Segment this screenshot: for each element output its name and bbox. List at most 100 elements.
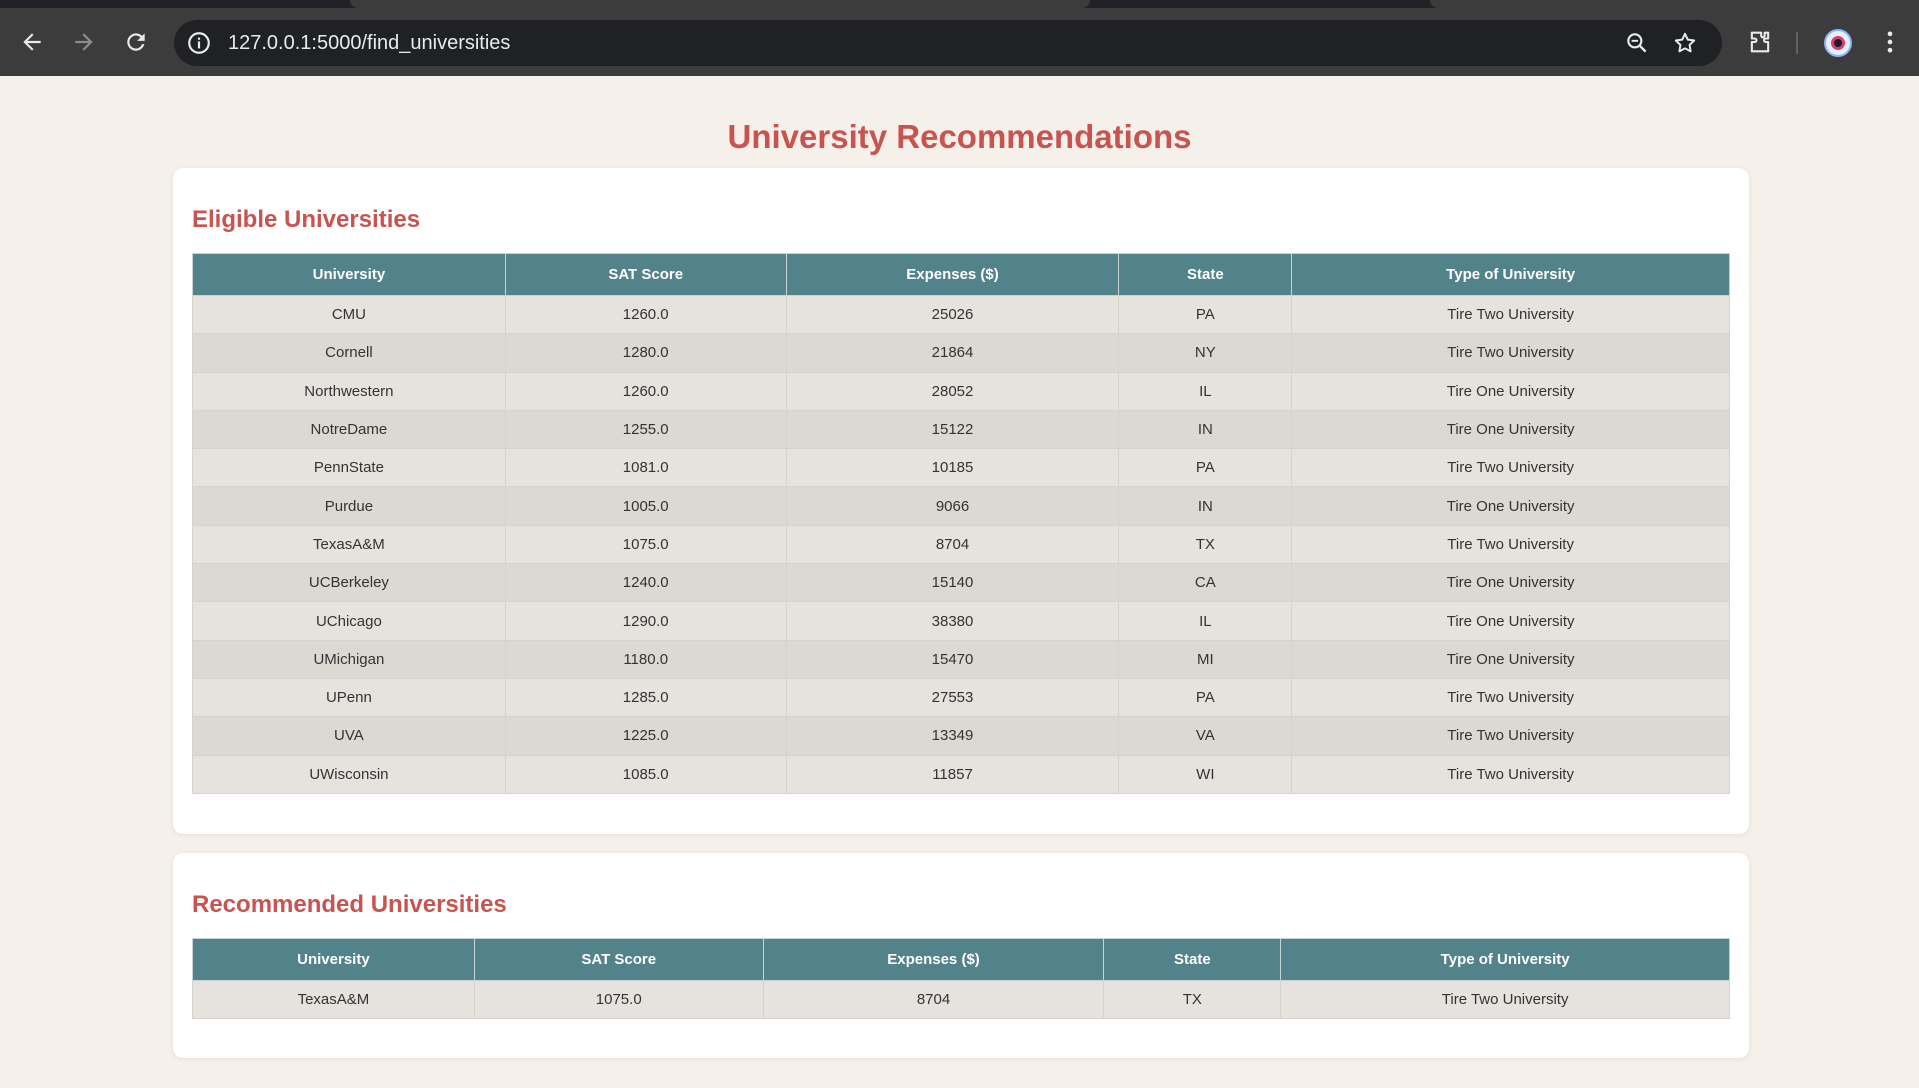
table-header-row: University SAT Score Expenses ($) State … [192,253,1730,296]
cell-sat-score: 1290.0 [504,601,787,641]
bookmark-star-icon[interactable] [1672,30,1698,56]
site-info-icon[interactable] [186,30,212,56]
cell-sat-score: 1285.0 [504,677,787,718]
cell-expenses: 13349 [785,716,1120,756]
zoom-icon[interactable] [1624,30,1650,56]
eligible-universities-heading: Eligible Universities [192,206,421,233]
cell-expenses: 38380 [785,601,1120,641]
cell-sat-score: 1085.0 [504,754,787,794]
table-row: UCBerkeley 1240.0 15140 CA Tire One Universi… [192,563,1730,603]
browser-tab[interactable] [1430,0,1919,8]
browser-chrome: 127.0.0.1:5000/find_universities [0,0,1919,76]
back-button[interactable] [16,26,48,58]
more-menu-icon[interactable] [1876,28,1904,56]
extensions-icon[interactable] [1746,28,1774,56]
cell-type: Tire Two University [1291,448,1730,488]
cell-university: UPenn [192,677,506,718]
cell-sat-score: 1081.0 [504,448,787,488]
column-header-sat-score: SAT Score [473,938,764,981]
cell-expenses: 25026 [785,294,1120,335]
table-header-row: University SAT Score Expenses ($) State … [192,938,1730,981]
toolbar-divider [1796,32,1798,54]
cell-state: IN [1118,409,1293,450]
cell-sat-score: 1280.0 [504,333,787,373]
recommended-universities-heading: Recommended Universities [192,891,507,918]
cell-expenses: 15140 [785,563,1120,603]
reload-button[interactable] [120,26,152,58]
cell-university: Cornell [192,333,506,373]
reload-icon [127,33,145,51]
cell-expenses: 10185 [785,448,1120,488]
cell-university: PennState [192,448,506,488]
column-header-state: State [1118,253,1293,296]
cell-university: UMichigan [192,639,506,679]
cell-university: CMU [192,294,506,335]
cell-state: PA [1118,677,1293,718]
table-row: UMichigan 1180.0 15470 MI Tire One Universit… [192,639,1730,679]
eligible-universities-card: Eligible Universities University SAT Sco… [173,168,1749,834]
cell-expenses: 9066 [785,486,1120,526]
cell-type: Tire One University [1291,639,1730,679]
url-text[interactable]: 127.0.0.1:5000/find_universities [228,32,510,55]
cell-type: Tire One University [1291,409,1730,450]
cell-sat-score: 1075.0 [504,524,787,565]
table-row: PennState 1081.0 10185 PA Tire Two Universit… [192,448,1730,488]
cell-university: TexasA&M [192,524,506,565]
cell-state: VA [1118,716,1293,756]
cell-type: Tire Two University [1280,979,1730,1020]
cell-state: IL [1118,371,1293,411]
table-row: TexasA&M 1075.0 8704 TX Tire Two University [192,524,1730,565]
cell-state: CA [1118,563,1293,603]
column-header-university: University [192,253,506,296]
cell-sat-score: 1260.0 [504,371,787,411]
cell-state: PA [1118,294,1293,335]
table-row: UVA 1225.0 13349 VA Tire Two University [192,716,1730,756]
cell-type: Tire Two University [1291,294,1730,335]
cell-state: IN [1118,486,1293,526]
column-header-university: University [192,938,475,981]
cell-university: Northwestern [192,371,506,411]
column-header-sat-score: SAT Score [504,253,787,296]
table-row: TexasA&M 1075.0 8704 TX Tire Two University [192,979,1730,1020]
cell-expenses: 8704 [762,979,1105,1020]
arrow-left-icon [23,33,41,51]
profile-avatar[interactable] [1824,29,1852,57]
cell-expenses: 8704 [785,524,1120,565]
address-bar[interactable]: 127.0.0.1:5000/find_universities [174,20,1722,66]
cell-sat-score: 1005.0 [504,486,787,526]
table-row: Purdue 1005.0 9066 IN Tire One University [192,486,1730,526]
browser-toolbar: 127.0.0.1:5000/find_universities [0,8,1919,76]
arrow-right-icon [75,33,93,51]
recommended-universities-table: University SAT Score Expenses ($) State … [192,938,1730,1020]
browser-tab[interactable] [350,0,1090,8]
table-row: CMU 1260.0 25026 PA Tire Two University [192,294,1730,335]
column-header-type: Type of University [1291,253,1730,296]
cell-university: UCBerkeley [192,563,506,603]
cell-type: Tire One University [1291,563,1730,603]
table-row: NotreDame 1255.0 15122 IN Tire One Universit… [192,409,1730,450]
eligible-universities-table: University SAT Score Expenses ($) State … [192,253,1730,794]
cell-sat-score: 1240.0 [504,563,787,603]
cell-sat-score: 1075.0 [473,979,764,1020]
column-header-type: Type of University [1280,938,1730,981]
cell-type: Tire One University [1291,371,1730,411]
cell-university: UVA [192,716,506,756]
cell-state: MI [1118,639,1293,679]
recommended-universities-card: Recommended Universities University SAT … [173,853,1749,1058]
table-row: Cornell 1280.0 21864 NY Tire Two University [192,333,1730,373]
cell-sat-score: 1255.0 [504,409,787,450]
avatar-icon [1831,36,1845,50]
cell-type: Tire One University [1291,601,1730,641]
cell-state: PA [1118,448,1293,488]
forward-button[interactable] [68,26,100,58]
cell-university: Purdue [192,486,506,526]
column-header-state: State [1103,938,1282,981]
cell-university: NotreDame [192,409,506,450]
cell-type: Tire Two University [1291,716,1730,756]
cell-university: UChicago [192,601,506,641]
cell-state: TX [1118,524,1293,565]
cell-state: NY [1118,333,1293,373]
cell-expenses: 28052 [785,371,1120,411]
cell-sat-score: 1225.0 [504,716,787,756]
cell-type: Tire Two University [1291,333,1730,373]
